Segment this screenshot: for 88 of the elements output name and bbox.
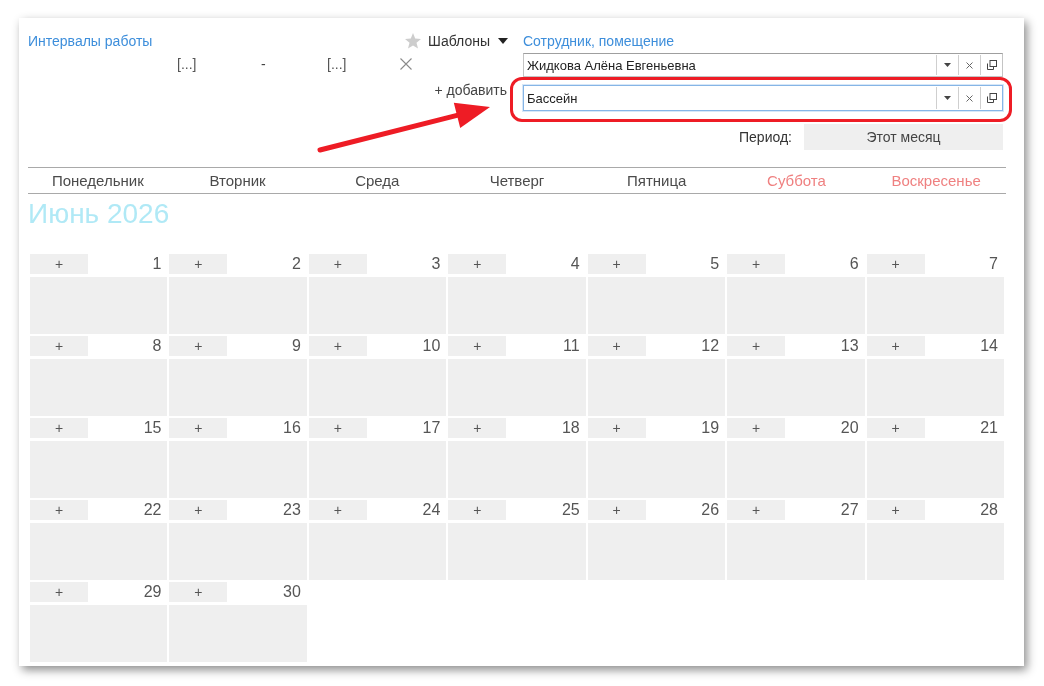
intervals-title-link[interactable]: Интервалы работы bbox=[28, 33, 153, 49]
day-number: 8 bbox=[152, 337, 163, 355]
add-entry-button[interactable]: + bbox=[587, 418, 646, 438]
weekday-label: Суббота bbox=[767, 172, 826, 189]
add-entry-button[interactable]: + bbox=[866, 254, 925, 274]
add-entry-button[interactable]: + bbox=[727, 336, 786, 356]
day-number: 11 bbox=[563, 337, 581, 355]
day-number: 22 bbox=[143, 501, 163, 519]
day-number: 3 bbox=[431, 255, 442, 273]
close-icon bbox=[966, 94, 973, 102]
select-field[interactable]: Бассейн bbox=[523, 85, 1003, 111]
day-number: 7 bbox=[989, 255, 999, 273]
add-entry-button[interactable]: + bbox=[169, 336, 228, 356]
add-entry-button[interactable]: + bbox=[866, 336, 925, 356]
add-entry-button[interactable]: + bbox=[308, 418, 367, 438]
day-number: 28 bbox=[980, 501, 999, 519]
templates-button[interactable]: Шаблоны bbox=[405, 33, 508, 49]
add-entry-button[interactable]: + bbox=[587, 336, 646, 356]
add-entry-button[interactable]: + bbox=[30, 500, 88, 520]
day-number: 10 bbox=[422, 337, 442, 355]
add-entry-button[interactable]: + bbox=[308, 500, 367, 520]
period-label: Период: bbox=[739, 129, 792, 145]
caret-icon bbox=[944, 63, 951, 67]
day-number: 15 bbox=[143, 419, 163, 437]
add-entry-button[interactable]: + bbox=[727, 254, 786, 274]
time-end-link[interactable]: [...] bbox=[327, 56, 400, 72]
add-entry-button[interactable]: + bbox=[866, 418, 925, 438]
add-entry-button[interactable]: + bbox=[727, 418, 786, 438]
add-entry-button[interactable]: + bbox=[30, 254, 88, 274]
weekday-label: Четверг bbox=[489, 172, 545, 189]
filter-title-link[interactable]: Сотрудник, помещение bbox=[523, 33, 675, 49]
close-icon bbox=[966, 61, 973, 69]
weekday-label: Воскресенье bbox=[891, 172, 981, 189]
add-entry-button[interactable]: + bbox=[169, 500, 228, 520]
add-entry-button[interactable]: + bbox=[308, 336, 367, 356]
add-entry-button[interactable]: + bbox=[587, 254, 646, 274]
close-icon[interactable] bbox=[400, 58, 412, 70]
add-entry-button[interactable]: + bbox=[448, 336, 507, 356]
day-number: 2 bbox=[291, 255, 302, 273]
day-number: 29 bbox=[143, 583, 163, 601]
add-entry-button[interactable]: + bbox=[30, 418, 88, 438]
weekday-label: Среда bbox=[355, 172, 400, 189]
day-number: 27 bbox=[840, 501, 860, 519]
day-number: 4 bbox=[570, 255, 581, 273]
add-entry-button[interactable]: + bbox=[448, 254, 507, 274]
add-entry-button[interactable]: + bbox=[169, 418, 228, 438]
month-title: Июнь 2026 bbox=[28, 197, 170, 231]
day-number: 6 bbox=[849, 255, 860, 273]
overlapping-squares-icon bbox=[986, 93, 997, 103]
time-start-link[interactable]: [...] bbox=[177, 56, 261, 72]
day-number: 12 bbox=[701, 337, 721, 355]
weekday-label: Пятница bbox=[627, 172, 687, 189]
day-number: 1 bbox=[152, 255, 163, 273]
add-entry-button[interactable]: + bbox=[30, 336, 88, 356]
day-number: 13 bbox=[840, 337, 860, 355]
overlapping-squares-icon bbox=[986, 60, 997, 70]
add-entry-button[interactable]: + bbox=[448, 500, 507, 520]
caret-icon bbox=[944, 96, 951, 100]
day-number: 30 bbox=[283, 583, 302, 601]
day-number: 18 bbox=[561, 419, 581, 437]
period-field[interactable]: Этот месяц bbox=[804, 124, 1003, 150]
add-entry-button[interactable]: + bbox=[30, 582, 88, 602]
day-number: 26 bbox=[701, 501, 721, 519]
add-entry-button[interactable]: + bbox=[308, 254, 367, 274]
weekday-label: Вторник bbox=[209, 172, 266, 189]
add-entry-button[interactable]: + bbox=[727, 500, 786, 520]
select-field[interactable]: Жидкова Алёна Евгеньевна bbox=[523, 53, 1003, 77]
day-number: 20 bbox=[840, 419, 860, 437]
star-icon bbox=[405, 33, 422, 49]
day-number: 5 bbox=[710, 255, 721, 273]
day-number: 17 bbox=[422, 419, 442, 437]
day-number: 24 bbox=[422, 501, 442, 519]
caret-icon bbox=[498, 38, 508, 44]
add-entry-button[interactable]: + bbox=[169, 254, 228, 274]
time-separator: - bbox=[261, 56, 267, 72]
day-number: 14 bbox=[980, 337, 999, 355]
day-number: 19 bbox=[701, 419, 721, 437]
day-number: 9 bbox=[291, 337, 302, 355]
add-entry-button[interactable]: + bbox=[587, 500, 646, 520]
add-entry-button[interactable]: + bbox=[866, 500, 925, 520]
add-entry-button[interactable]: + bbox=[448, 418, 507, 438]
day-number: 23 bbox=[283, 501, 302, 519]
add-entry-button[interactable]: + bbox=[169, 582, 228, 602]
add-interval-link[interactable]: + добавить bbox=[434, 82, 507, 98]
day-number: 16 bbox=[283, 419, 302, 437]
weekday-label: Понедельник bbox=[51, 172, 144, 189]
day-number: 25 bbox=[561, 501, 581, 519]
day-number: 21 bbox=[980, 419, 999, 437]
